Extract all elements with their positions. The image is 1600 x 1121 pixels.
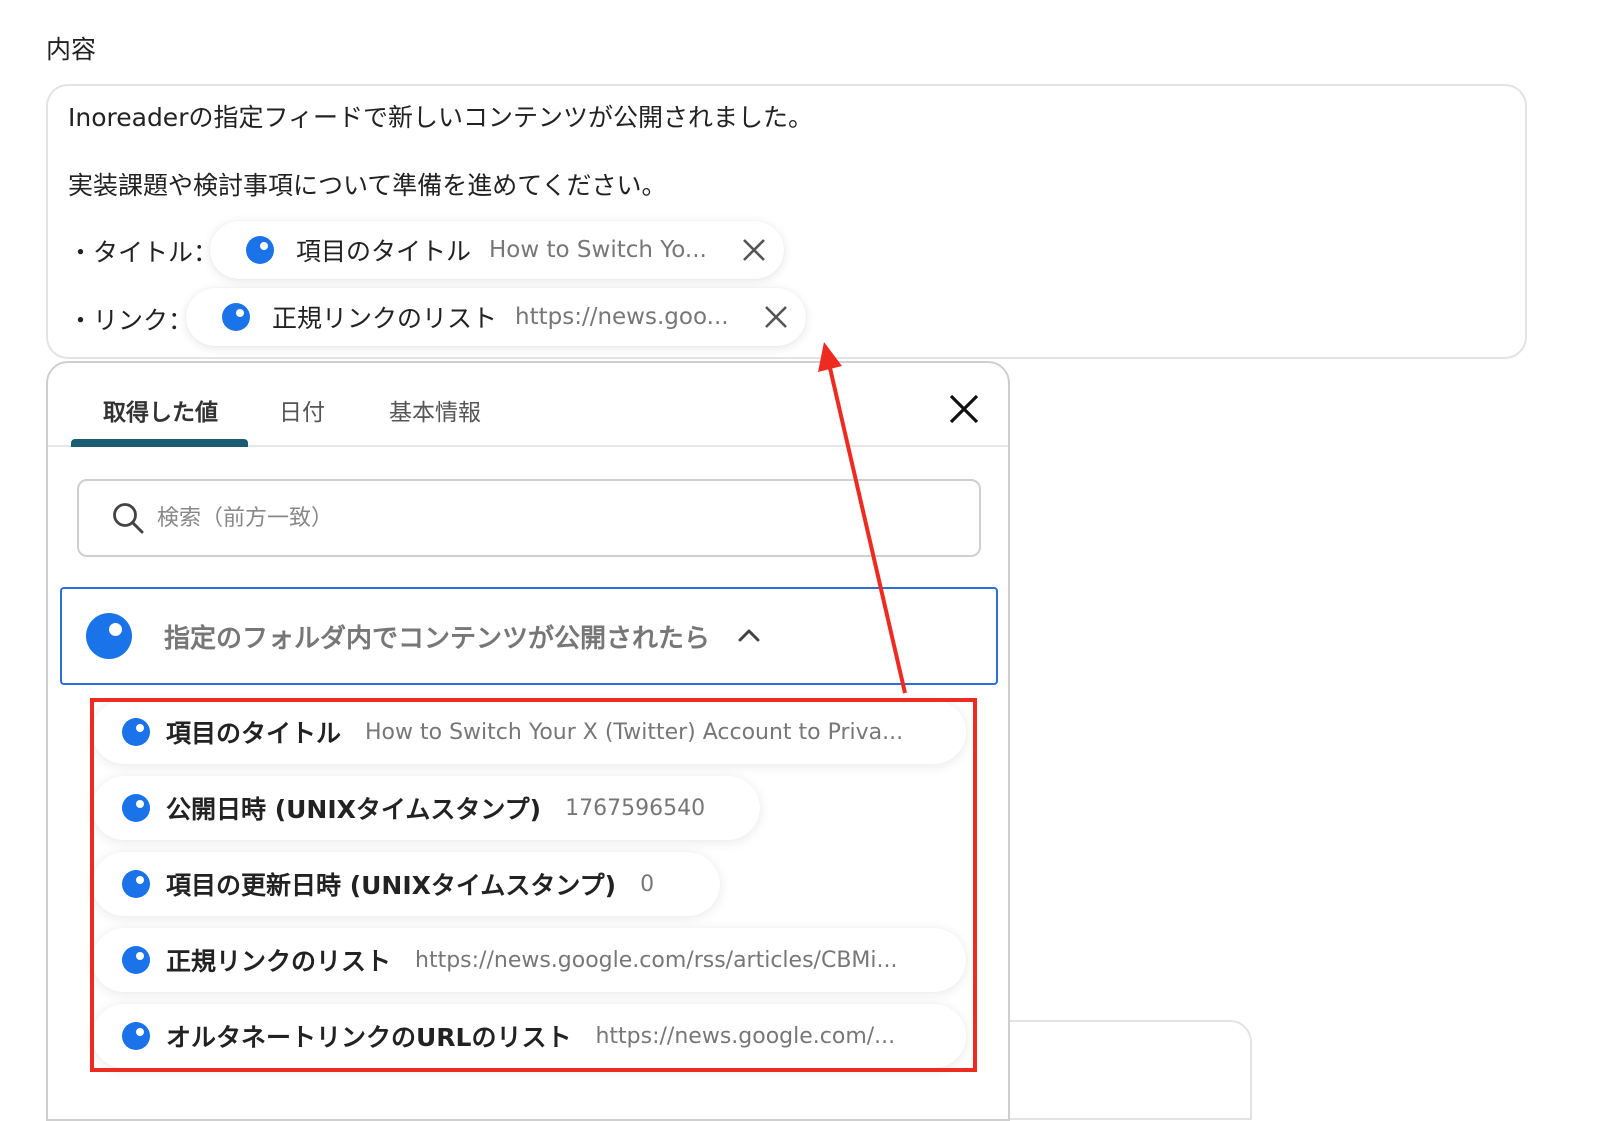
content-editor[interactable]: Inoreaderの指定フィードで新しいコンテンツが公開されました。 実装課題や… bbox=[46, 84, 1527, 359]
chip-value: How to Switch Yo... bbox=[489, 237, 707, 263]
search-field[interactable] bbox=[77, 479, 981, 557]
search-input[interactable] bbox=[155, 504, 915, 532]
chip-value: https://news.goo... bbox=[515, 304, 729, 330]
section-label: 内容 bbox=[46, 35, 97, 64]
tab-bar: 取得した値 日付 基本情報 bbox=[48, 363, 1008, 447]
close-icon[interactable] bbox=[740, 236, 768, 264]
annotation-highlight-box bbox=[90, 698, 977, 1072]
tab-acquired-values[interactable]: 取得した値 bbox=[103, 393, 218, 427]
tab-basic-info[interactable]: 基本情報 bbox=[389, 393, 481, 427]
group-label: 指定のフォルダ内でコンテンツが公開されたら bbox=[164, 623, 711, 654]
chevron-up-icon[interactable] bbox=[736, 623, 762, 649]
link-prefix: ・リンク： bbox=[68, 306, 194, 335]
search-icon bbox=[111, 501, 145, 535]
chip-label: 正規リンクのリスト bbox=[272, 304, 498, 333]
trigger-group-header[interactable]: 指定のフォルダ内でコンテンツが公開されたら bbox=[60, 587, 998, 685]
chip-label: 項目のタイトル bbox=[296, 237, 472, 266]
blue-circle-icon bbox=[222, 303, 250, 331]
blue-circle-icon bbox=[246, 236, 274, 264]
title-prefix: ・タイトル： bbox=[68, 238, 219, 267]
background-card bbox=[1010, 1020, 1252, 1120]
tab-indicator bbox=[71, 439, 248, 447]
editor-line-1: Inoreaderの指定フィードで新しいコンテンツが公開されました。 bbox=[68, 103, 813, 132]
close-icon[interactable] bbox=[762, 303, 790, 331]
tab-date[interactable]: 日付 bbox=[279, 393, 325, 427]
close-icon[interactable] bbox=[946, 391, 982, 427]
editor-line-2: 実装課題や検討事項について準備を進めてください。 bbox=[68, 171, 667, 200]
blue-circle-icon bbox=[86, 613, 132, 659]
variable-chip-link[interactable]: 正規リンクのリスト https://news.goo... bbox=[186, 288, 806, 346]
variable-chip-title[interactable]: 項目のタイトル How to Switch Yo... bbox=[210, 221, 784, 279]
